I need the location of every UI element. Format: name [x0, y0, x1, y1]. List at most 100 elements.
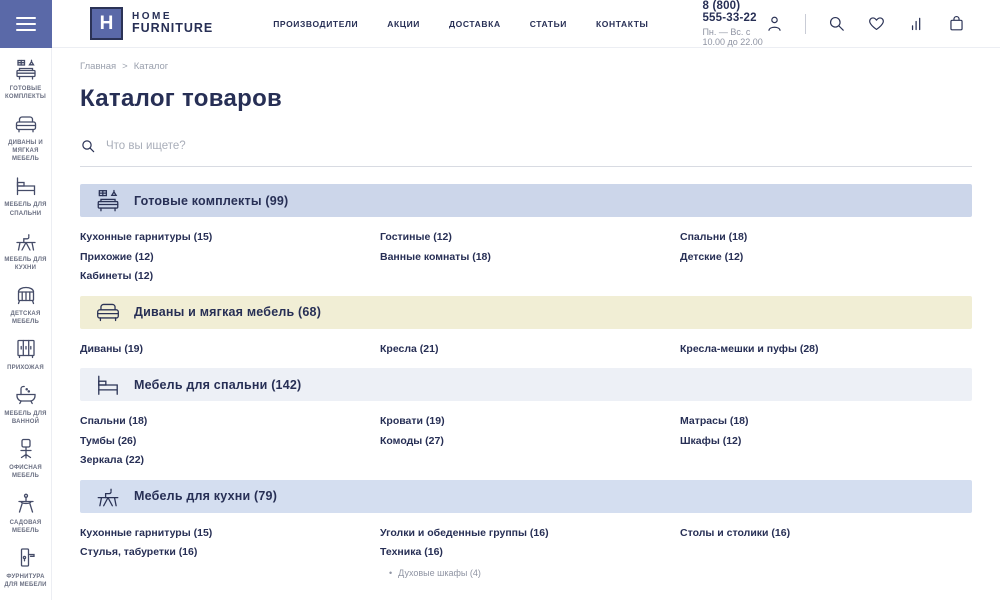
category-link[interactable]: Техника (16) — [380, 547, 443, 559]
catalog-search — [80, 138, 972, 167]
phone-number[interactable]: 8 (800) 555-33-22 — [702, 0, 765, 24]
nav-contacts[interactable]: КОНТАКТЫ — [596, 19, 648, 29]
sidebar-item-kitchen[interactable]: МЕБЕЛЬ ДЛЯ КУХНИ — [0, 224, 51, 278]
section-links: Спальни (18) Тумбы (26) Зеркала (22) Кро… — [80, 401, 972, 480]
sidebar-label: МЕБЕЛЬ ДЛЯ КУХНИ — [2, 256, 49, 272]
brand-logo[interactable]: H HOME FURNITURE — [90, 7, 213, 40]
section-kitchen: Мебель для кухни (79) Кухонные гарнитуры… — [80, 480, 972, 591]
search-icon[interactable] — [827, 14, 846, 33]
section-header[interactable]: Мебель для кухни (79) — [80, 480, 972, 513]
section-header[interactable]: Диваны и мягкая мебель (68) — [80, 296, 972, 329]
section-header[interactable]: Мебель для спальни (142) — [80, 368, 972, 401]
category-link[interactable]: Кресла (21) — [380, 344, 438, 356]
nav-articles[interactable]: СТАТЬИ — [530, 19, 567, 29]
logo-icon: H — [90, 7, 123, 40]
category-link[interactable]: Шкафы (12) — [680, 436, 741, 448]
subcategory-link[interactable]: • Духовые шкафы (4) — [389, 568, 481, 578]
category-link[interactable]: Детские (12) — [680, 252, 743, 264]
furniture-set-icon — [14, 58, 38, 82]
catalog-sections: Готовые комплекты (99) Кухонные гарнитур… — [80, 184, 972, 591]
wardrobe-icon — [14, 337, 38, 361]
breadcrumb-catalog[interactable]: Каталог — [134, 61, 169, 72]
garden-icon — [14, 492, 38, 516]
brand-name: HOME FURNITURE — [132, 11, 213, 36]
sidebar-label: ГОТОВЫЕ КОМПЛЕКТЫ — [2, 85, 49, 101]
icon-divider — [805, 14, 806, 34]
main-content: Главная > Каталог Каталог товаров Готовы… — [52, 48, 1000, 591]
subcategory-label: Духовые шкафы (4) — [398, 568, 481, 578]
sidebar-label: ДИВАНЫ И МЯГКАЯ МЕБЕЛЬ — [2, 139, 49, 163]
category-link[interactable]: Кухонные гарнитуры (15) — [80, 528, 212, 540]
bed-icon — [95, 372, 121, 398]
nav-promotions[interactable]: АКЦИИ — [387, 19, 420, 29]
header: H HOME FURNITURE ПРОИЗВОДИТЕЛИ АКЦИИ ДОС… — [0, 0, 1000, 48]
sidebar-item-garden[interactable]: САДОВАЯ МЕБЕЛЬ — [0, 487, 51, 541]
favorites-heart-icon[interactable] — [867, 14, 886, 33]
cart-icon[interactable] — [947, 14, 966, 33]
office-chair-icon — [14, 437, 38, 461]
furniture-set-icon — [95, 188, 121, 214]
brand-name-bottom: FURNITURE — [132, 22, 213, 36]
hardware-icon — [14, 546, 38, 570]
section-header[interactable]: Готовые комплекты (99) — [80, 184, 972, 217]
bath-icon — [14, 383, 38, 407]
sofa-icon — [14, 112, 38, 136]
sidebar-item-kids[interactable]: ДЕТСКАЯ МЕБЕЛЬ — [0, 278, 51, 332]
section-title: Мебель для спальни (142) — [134, 378, 301, 392]
category-link[interactable]: Прихожие (12) — [80, 252, 154, 264]
sidebar-label: ДЕТСКАЯ МЕБЕЛЬ — [2, 310, 49, 326]
section-title: Мебель для кухни (79) — [134, 489, 277, 503]
category-link[interactable]: Спальни (18) — [680, 232, 747, 244]
nav-delivery[interactable]: ДОСТАВКА — [449, 19, 501, 29]
section-links: Кухонные гарнитуры (15) Стулья, табуретк… — [80, 513, 972, 591]
nav-manufacturers[interactable]: ПРОИЗВОДИТЕЛИ — [273, 19, 358, 29]
category-sidebar: ГОТОВЫЕ КОМПЛЕКТЫ ДИВАНЫ И МЯГКАЯ МЕБЕЛЬ… — [0, 48, 52, 600]
section-links: Диваны (19) Кресла (21) Кресла-мешки и п… — [80, 329, 972, 369]
section-links: Кухонные гарнитуры (15) Прихожие (12) Ка… — [80, 217, 972, 296]
kitchen-icon — [14, 229, 38, 253]
crib-icon — [14, 283, 38, 307]
category-link[interactable]: Тумбы (26) — [80, 436, 136, 448]
category-link[interactable]: Уголки и обеденные группы (16) — [380, 528, 549, 540]
breadcrumb: Главная > Каталог — [80, 61, 972, 72]
sidebar-item-office[interactable]: ОФИСНАЯ МЕБЕЛЬ — [0, 432, 51, 486]
sidebar-label: МЕБЕЛЬ ДЛЯ СПАЛЬНИ — [2, 201, 49, 217]
category-link[interactable]: Комоды (27) — [380, 436, 444, 448]
section-ready-sets: Готовые комплекты (99) Кухонные гарнитур… — [80, 184, 972, 296]
compare-icon[interactable] — [907, 14, 926, 33]
bed-icon — [14, 174, 38, 198]
sidebar-item-bathroom[interactable]: МЕБЕЛЬ ДЛЯ ВАННОЙ — [0, 378, 51, 432]
category-link[interactable]: Кухонные гарнитуры (15) — [80, 232, 212, 244]
sidebar-label: ПРИХОЖАЯ — [7, 364, 44, 372]
category-link[interactable]: Кресла-мешки и пуфы (28) — [680, 344, 819, 356]
category-link[interactable]: Стулья, табуретки (16) — [80, 547, 197, 559]
category-link[interactable]: Гостиные (12) — [380, 232, 452, 244]
sidebar-item-hardware[interactable]: ФУРНИТУРА ДЛЯ МЕБЕЛИ — [0, 541, 51, 595]
hamburger-menu-button[interactable] — [0, 0, 52, 48]
search-input[interactable] — [106, 140, 972, 152]
sidebar-label: ФУРНИТУРА ДЛЯ МЕБЕЛИ — [2, 573, 49, 589]
sidebar-label: МЕБЕЛЬ ДЛЯ ВАННОЙ — [2, 410, 49, 426]
category-link[interactable]: Зеркала (22) — [80, 455, 144, 467]
category-link[interactable]: Столы и столики (16) — [680, 528, 790, 540]
main-nav: ПРОИЗВОДИТЕЛИ АКЦИИ ДОСТАВКА СТАТЬИ КОНТ… — [273, 19, 648, 29]
sidebar-item-ready-sets[interactable]: ГОТОВЫЕ КОМПЛЕКТЫ — [0, 53, 51, 107]
category-link[interactable]: Спальни (18) — [80, 416, 147, 428]
category-link[interactable]: Матрасы (18) — [680, 416, 749, 428]
breadcrumb-home[interactable]: Главная — [80, 61, 116, 72]
header-icons — [765, 14, 966, 34]
category-link[interactable]: Кабинеты (12) — [80, 271, 153, 283]
working-hours: Пн. — Вс. с 10.00 до 22.00 — [702, 27, 765, 47]
category-link[interactable]: Кровати (19) — [380, 416, 445, 428]
sofa-icon — [95, 299, 121, 325]
sidebar-item-bedroom[interactable]: МЕБЕЛЬ ДЛЯ СПАЛЬНИ — [0, 169, 51, 223]
page-title: Каталог товаров — [80, 85, 972, 113]
section-title: Диваны и мягкая мебель (68) — [134, 305, 321, 319]
user-icon[interactable] — [765, 14, 784, 33]
section-bedroom: Мебель для спальни (142) Спальни (18) Ту… — [80, 368, 972, 480]
section-sofas: Диваны и мягкая мебель (68) Диваны (19) … — [80, 296, 972, 369]
sidebar-item-hallway[interactable]: ПРИХОЖАЯ — [0, 332, 51, 378]
sidebar-item-sofas[interactable]: ДИВАНЫ И МЯГКАЯ МЕБЕЛЬ — [0, 107, 51, 169]
category-link[interactable]: Ванные комнаты (18) — [380, 252, 491, 264]
category-link[interactable]: Диваны (19) — [80, 344, 143, 356]
